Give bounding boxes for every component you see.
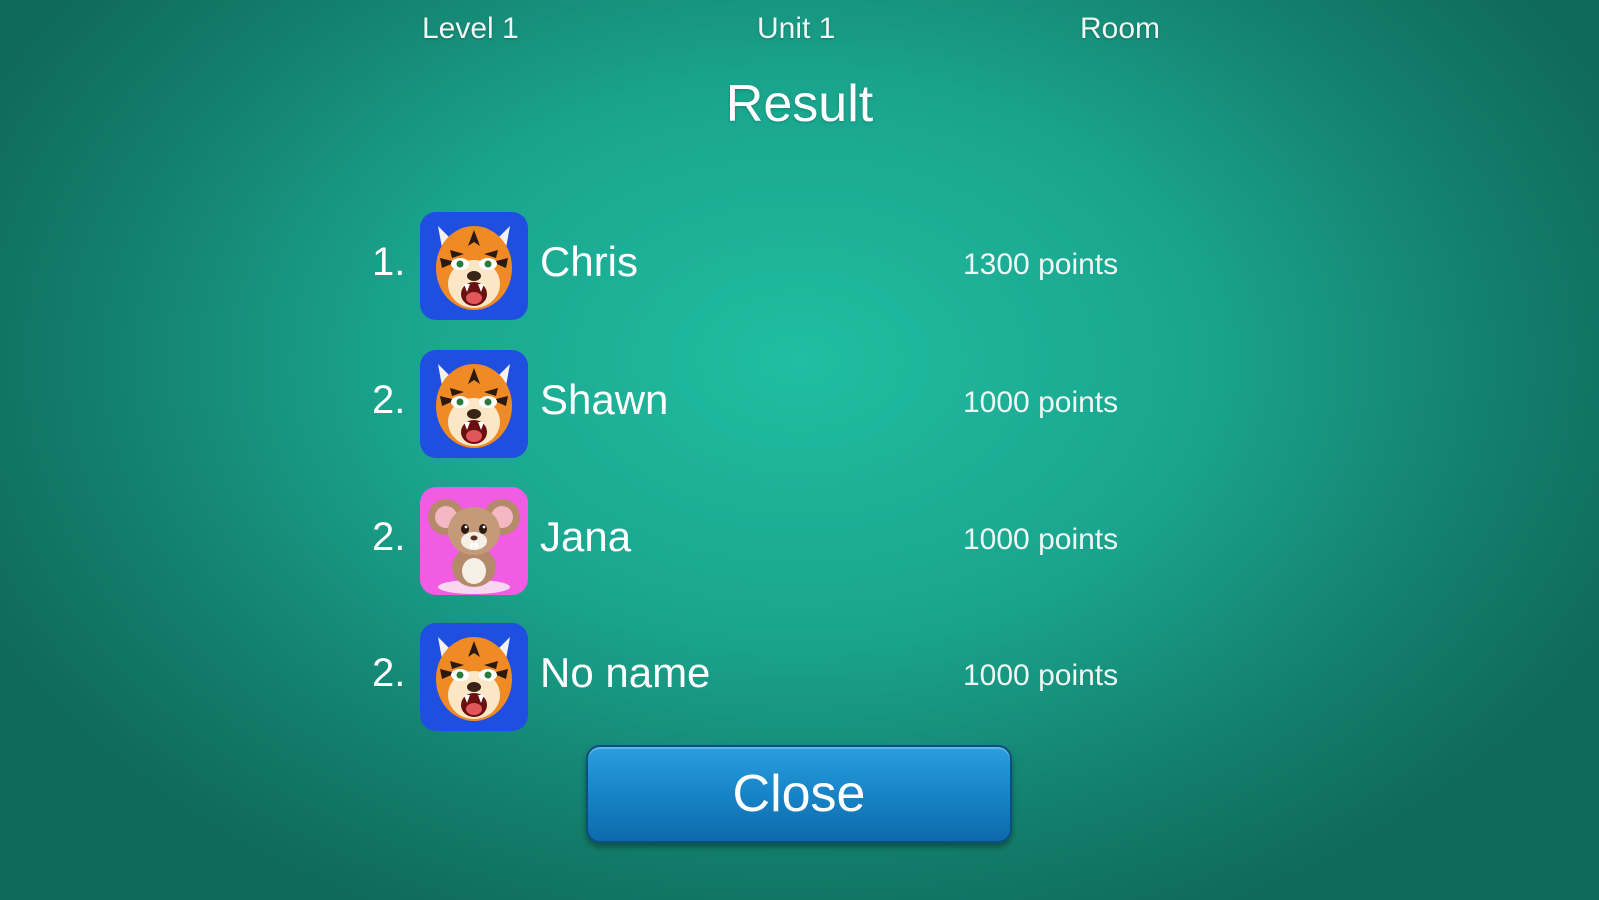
rank-label: 2. <box>372 378 406 422</box>
player-name: Jana <box>540 513 632 560</box>
close-button[interactable]: Close <box>586 745 1012 843</box>
rank-label: 2. <box>372 515 406 559</box>
unit-label: Unit 1 <box>757 12 836 45</box>
mouse-icon <box>420 487 528 595</box>
rank-label: 2. <box>372 651 406 695</box>
player-name: Shawn <box>540 376 669 423</box>
result-row: 2. Jana 1000 points <box>0 487 1599 595</box>
player-points: 1000 points <box>963 386 1119 419</box>
player-name: No name <box>540 649 711 696</box>
rank-label: 1. <box>372 240 406 284</box>
result-row: 1. Chris 1300 points <box>0 212 1599 320</box>
tiger-icon <box>420 350 528 458</box>
player-points: 1000 points <box>963 523 1119 556</box>
page-title: Result <box>725 75 874 133</box>
level-label: Level 1 <box>422 12 519 45</box>
player-points: 1300 points <box>963 248 1119 281</box>
room-label: Room <box>1080 12 1161 45</box>
tiger-icon <box>420 623 528 731</box>
tiger-icon <box>420 212 528 320</box>
player-points: 1000 points <box>963 659 1119 692</box>
result-row: 2. No name 1000 points <box>0 623 1599 731</box>
result-row: 2. Shawn 1000 points <box>0 350 1599 458</box>
player-name: Chris <box>540 238 639 285</box>
